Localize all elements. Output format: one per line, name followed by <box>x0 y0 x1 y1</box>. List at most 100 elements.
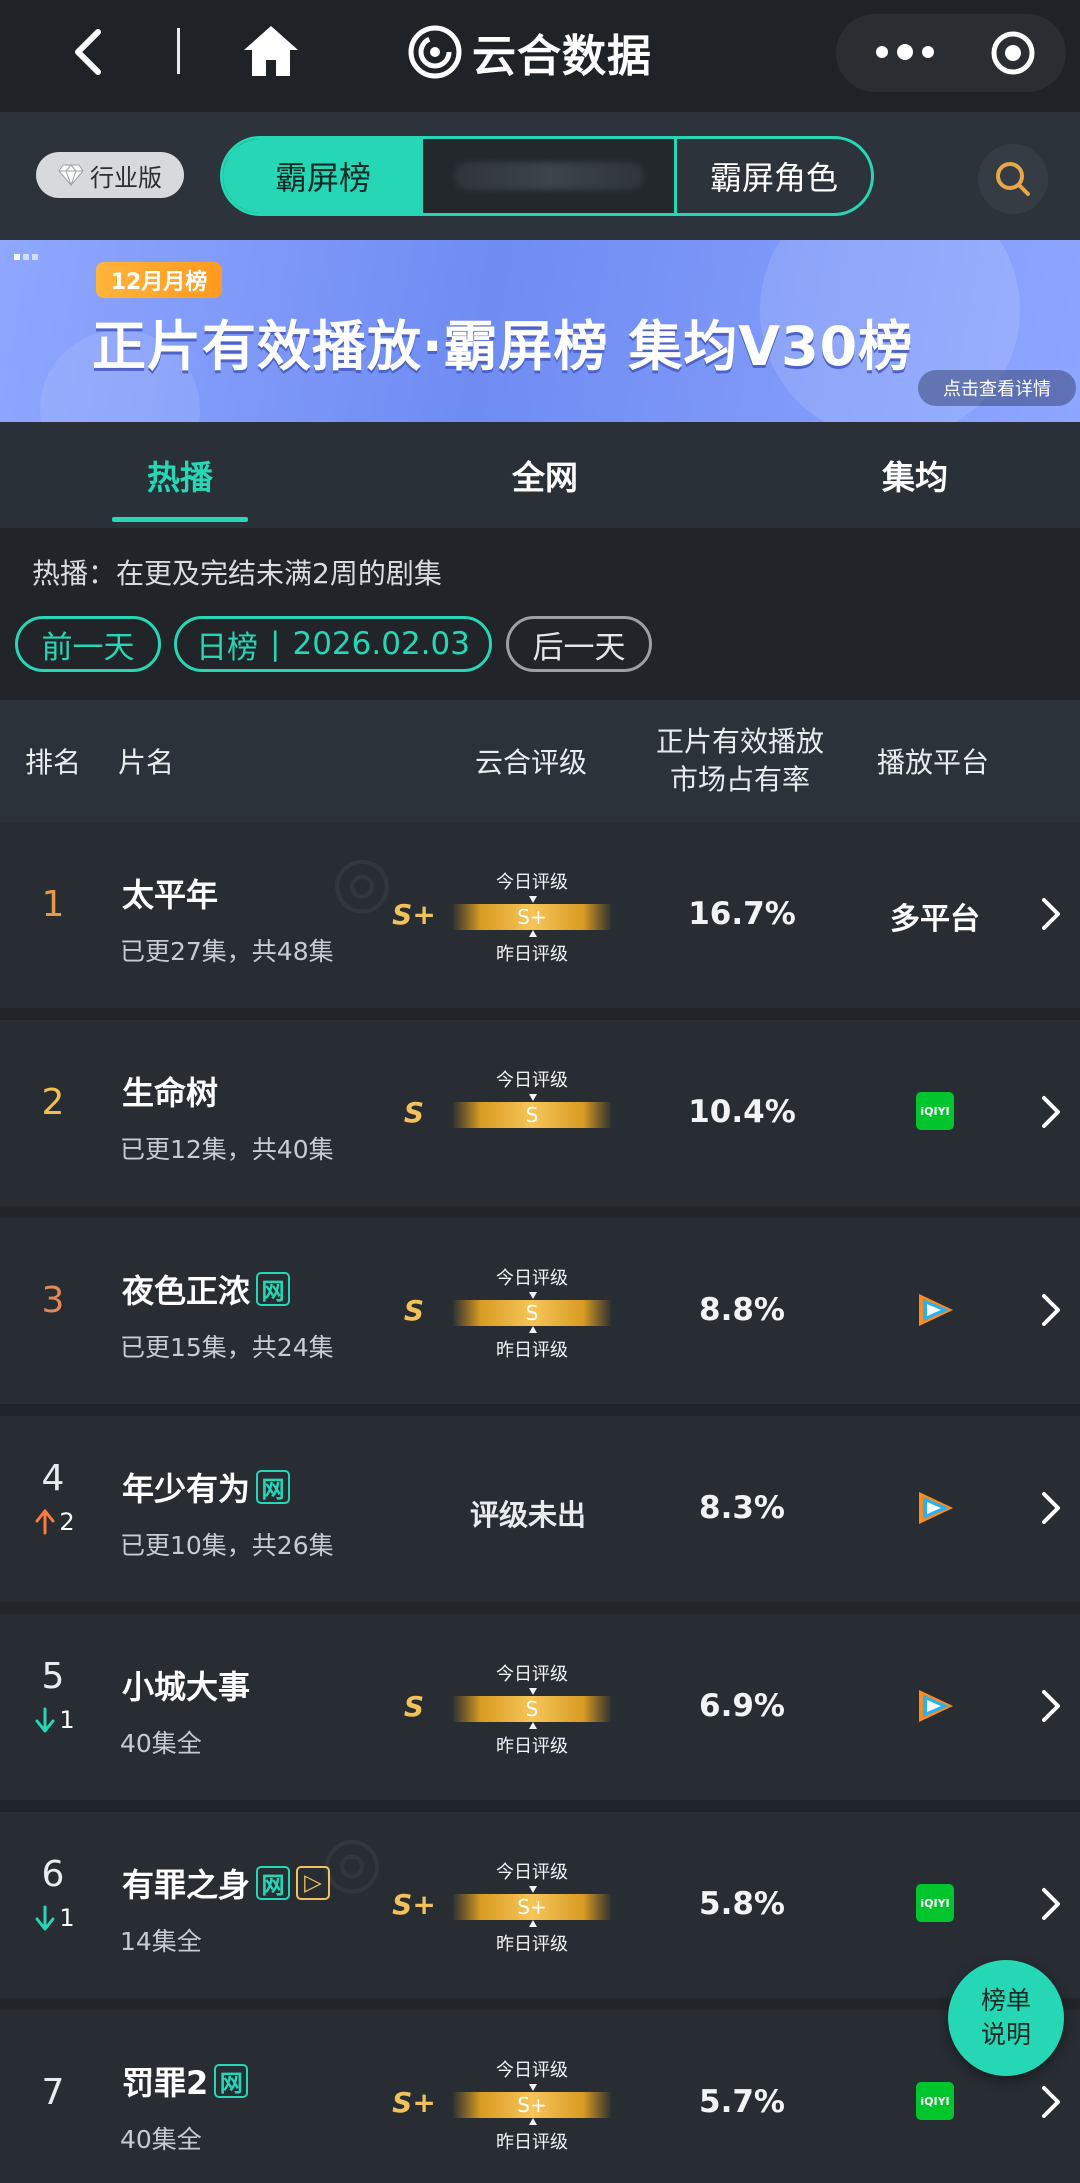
home-icon[interactable] <box>242 24 300 78</box>
rank-number: 5 <box>41 1656 65 1697</box>
date-separator: | <box>270 626 281 662</box>
rating-meter: 今日评级 S+ 昨日评级 <box>452 1858 612 1958</box>
meter-tick <box>529 1094 537 1101</box>
meter-tick <box>529 1292 537 1299</box>
rating-bar-value: S+ <box>517 1895 547 1919</box>
show-title-text: 有罪之身 <box>122 1866 251 1904</box>
chevron-right-icon[interactable] <box>1040 1292 1062 1328</box>
category-tabs: 热播 全网 集均 <box>0 422 1080 528</box>
today-rating-label: 今日评级 <box>496 1070 568 1091</box>
market-share: 8.8% <box>699 1292 785 1328</box>
platform-cell <box>880 1686 990 1726</box>
banner-title: 正片有效播放·霸屏榜 集均V30榜 <box>92 315 914 378</box>
chevron-right-icon[interactable] <box>1040 1094 1062 1130</box>
yesterday-rating-label: 昨日评级 <box>496 944 568 965</box>
rating-pending: 评级未出 <box>470 1498 587 1532</box>
episode-info: 40集全 <box>120 2125 202 2154</box>
market-share: 10.4% <box>688 1094 796 1130</box>
rating-bar-value: S <box>525 1103 539 1127</box>
chevron-right-icon[interactable] <box>1040 1886 1062 1922</box>
today-rating-label: 今日评级 <box>496 872 568 893</box>
table-row[interactable]: 6 1 有罪之身网 ▷ 14集全 S+ 今日评级 S+ 昨日评级 5.8% iQIYI <box>0 1812 1080 1998</box>
header-platform: 播放平台 <box>877 746 990 779</box>
rating-bar-value: S <box>525 1697 539 1721</box>
iqiyi-icon: iQIYI <box>916 1092 954 1130</box>
rating-grade: S+ <box>392 1888 436 1921</box>
header-market-share: 正片有效播放 市场占有率 <box>655 725 824 796</box>
rank-number: 7 <box>41 2072 65 2113</box>
board-segment-control: 霸屏榜 霸屏角色 <box>220 136 874 216</box>
date-picker[interactable]: 日榜 | 2026.02.03 <box>174 616 492 672</box>
obscured-label <box>453 162 644 190</box>
episode-info: 14集全 <box>120 1927 202 1956</box>
chevron-right-icon[interactable] <box>1040 2084 1062 2120</box>
iqiyi-logo-text: iQIYI <box>920 1104 950 1118</box>
rating-bar: S+ <box>452 1894 612 1920</box>
today-rating-label: 今日评级 <box>496 1862 568 1883</box>
market-share: 8.3% <box>699 1490 785 1526</box>
tab-all-network-label: 全网 <box>512 458 578 497</box>
table-row[interactable]: 3 夜色正浓网已更15集，共24集 S 今日评级 S 昨日评级 8.8% <box>0 1218 1080 1404</box>
chevron-right-icon[interactable] <box>1040 1688 1062 1724</box>
arrow-down-icon <box>35 1707 55 1733</box>
table-row[interactable]: 4 2 年少有为网已更10集，共26集 评级未出 8.3% <box>0 1416 1080 1602</box>
rank-number: 3 <box>41 1280 65 1321</box>
board-explanation-button[interactable]: 榜单 说明 <box>948 1960 1064 2076</box>
tencent-video-icon <box>919 1690 953 1722</box>
arrow-up-icon <box>35 1509 55 1535</box>
platform-cell: 多平台 <box>880 894 990 938</box>
chevron-right-icon[interactable] <box>1040 1490 1062 1526</box>
rank-change: 2 <box>22 1508 88 1536</box>
next-day-button[interactable]: 后一天 <box>506 616 652 672</box>
show-title-text: 生命树 <box>122 1074 219 1112</box>
table-row[interactable]: 7 罚罪2 网 40集全 S+ 今日评级 S+ 昨日评级 5.7% iQIYI <box>0 2010 1080 2183</box>
segment-screen-board[interactable]: 霸屏榜 <box>223 139 423 213</box>
iqiyi-logo-text: iQIYI <box>920 1896 950 1910</box>
fab-line2: 说明 <box>980 2020 1031 2049</box>
chevron-right-icon[interactable] <box>1040 896 1062 932</box>
meter-tick <box>529 1920 537 1927</box>
meter-tick <box>529 1326 537 1333</box>
edition-badge[interactable]: 行业版 <box>36 152 184 198</box>
rating-grade: S <box>403 1294 425 1327</box>
app-brand: 云合数据 <box>408 22 652 82</box>
tab-all-network[interactable]: 全网 <box>405 422 685 528</box>
board-type-label: 日榜 <box>196 629 259 666</box>
search-icon[interactable] <box>978 144 1048 214</box>
rank-number: 6 <box>41 1854 65 1895</box>
banner-details-button[interactable]: 点击查看详情 <box>918 370 1076 406</box>
yunhe-logo-icon <box>408 25 462 79</box>
tab-active-underline <box>112 517 248 522</box>
rating-grade: S+ <box>392 2086 436 2119</box>
top-nav-bar: 云合数据 <box>0 0 1080 112</box>
table-row[interactable]: 1 太平年 已更27集，共48集 S+ 今日评级 S+ 昨日评级 16.7% 多平台 <box>0 822 1080 1008</box>
tencent-video-icon <box>919 1492 953 1524</box>
segment-obscured[interactable] <box>423 139 677 213</box>
iqiyi-logo-text: iQIYI <box>920 2094 950 2108</box>
tab-hot[interactable]: 热播 <box>40 422 320 528</box>
more-options-icon[interactable] <box>870 39 940 65</box>
back-arrow-icon[interactable] <box>62 22 122 82</box>
fab-line1: 榜单 <box>980 1986 1031 2015</box>
show-title: 小城大事 <box>122 1662 250 1708</box>
banner-tag: 12月月榜 <box>96 262 222 298</box>
promo-banner[interactable]: 12月月榜 正片有效播放·霸屏榜 集均V30榜 点击查看详情 <box>0 240 1080 422</box>
episode-info: 40集全 <box>120 1729 202 1758</box>
filter-description: 热播：在更及完结未满2周的剧集 <box>32 557 442 590</box>
yesterday-rating-label: 昨日评级 <box>496 1340 568 1361</box>
platform-cell: iQIYI <box>880 1884 990 1922</box>
segment-screen-roles[interactable]: 霸屏角色 <box>677 139 871 213</box>
platform-cell: iQIYI <box>880 2082 990 2120</box>
prev-day-button[interactable]: 前一天 <box>15 616 161 672</box>
web-series-badge: 网 <box>256 1866 291 1900</box>
filter-section: 热播：在更及完结未满2周的剧集 前一天 日榜 | 2026.02.03 后一天 <box>0 528 1080 700</box>
table-row[interactable]: 5 1 小城大事 40集全 S 今日评级 S 昨日评级 6.9% <box>0 1614 1080 1800</box>
meter-tick <box>529 930 537 937</box>
platform-cell <box>880 1488 990 1528</box>
close-miniapp-icon[interactable] <box>989 29 1037 77</box>
table-row[interactable]: 2 生命树 已更12集，共40集 S 今日评级 S 10.4% iQIYI <box>0 1020 1080 1206</box>
rating-bar: S <box>452 1102 612 1128</box>
tab-episode-avg[interactable]: 集均 <box>775 422 1055 528</box>
show-title: 太平年 <box>122 870 218 916</box>
rating-bar-value: S+ <box>517 905 547 929</box>
